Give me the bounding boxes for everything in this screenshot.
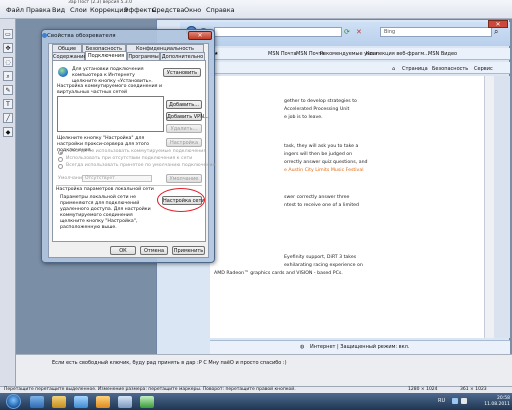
apply-button[interactable]: Применить	[172, 246, 205, 255]
zoom-tool-icon[interactable]: ⌕	[3, 71, 13, 81]
taskbar-media-icon[interactable]	[74, 396, 88, 408]
remove-button[interactable]: Удалить...	[166, 124, 202, 133]
text-tool-icon[interactable]: T	[3, 99, 13, 109]
add-vpn-button[interactable]: Добавить VPN...	[166, 112, 209, 121]
line-tool-icon[interactable]: ╱	[3, 113, 13, 123]
vertical-scrollbar[interactable]	[484, 76, 494, 338]
content-text: exhilarating racing experience on	[284, 263, 363, 268]
content-text: e job is to leave.	[284, 115, 323, 120]
menu-window[interactable]: Окно	[184, 6, 201, 14]
lan-settings-label: Настройка параметров локальной сети	[56, 187, 154, 192]
taskbar-app-icon[interactable]	[118, 396, 132, 408]
radio-no-network-label: Использовать при отсутствии подключения …	[66, 156, 193, 161]
taskbar-ie-icon[interactable]	[30, 396, 44, 408]
radio-never-dial-label: Никогда не использовать коммутируемые по…	[66, 149, 207, 154]
setup-text: Для установки подключения компьютера к И…	[72, 67, 153, 84]
address-input[interactable]	[214, 27, 342, 37]
content-text: ingers will then be judged on	[284, 152, 353, 157]
globe-setup-icon	[58, 67, 68, 77]
ok-button[interactable]: ОК	[110, 246, 136, 255]
home-icon[interactable]: ⌂	[392, 66, 395, 72]
cancel-button[interactable]: Отмена	[140, 246, 168, 255]
dialog-title: Свойства обозревателя	[47, 33, 116, 39]
content-text: Eyefinity support, DiRT 3 takes	[284, 255, 357, 260]
bottom-panel	[16, 354, 512, 386]
divider	[56, 185, 202, 186]
side-panel	[494, 76, 510, 338]
tab-content[interactable]: Содержание	[52, 52, 86, 60]
fav-link-mail-1[interactable]: MSN Почта	[268, 51, 297, 57]
tray-language[interactable]: RU	[438, 398, 445, 404]
menu-adjustments[interactable]: Коррекция	[90, 6, 127, 14]
content-text: ntest to receive one of a limited	[284, 203, 360, 208]
settings-button[interactable]: Настройка	[166, 138, 202, 147]
festival-link[interactable]: e Austin City Limits Music Festival	[284, 168, 364, 173]
tools-menu[interactable]: Сервис	[474, 66, 493, 72]
fav-link-video[interactable]: MSN Видео	[428, 51, 457, 57]
radio-always-dial[interactable]	[58, 164, 63, 169]
content-text: gether to develop strategies to	[284, 99, 357, 104]
connections-list[interactable]	[57, 96, 164, 132]
radio-never-dial[interactable]	[58, 150, 63, 155]
set-default-button[interactable]: Умолчание	[166, 174, 202, 183]
fav-link-webslices[interactable]: Коллекция веб-фрагм...	[366, 51, 429, 57]
menu-layers[interactable]: Слои	[70, 6, 87, 14]
add-button[interactable]: Добавить...	[166, 100, 202, 109]
browser-status-text: Интернет | Защищенный режим: вкл.	[310, 344, 410, 350]
radio-no-network[interactable]	[58, 157, 63, 162]
status-hint: Перетащите перетащите выделенное. Измене…	[4, 387, 296, 392]
tab-general[interactable]: Общие	[52, 44, 82, 52]
content-text: swer correctly answer three	[284, 195, 350, 200]
tray-volume-icon[interactable]	[461, 398, 467, 404]
setup-button[interactable]: Установить	[163, 68, 201, 77]
page-menu[interactable]: Страница	[402, 66, 428, 72]
menu-view[interactable]: Вид	[52, 6, 65, 14]
content-text: task, they will ask you to take a	[284, 144, 359, 149]
cursor-position: 361 × 1023	[460, 387, 487, 392]
tools-panel: ▭ ✥ ◌ ⌕ ✎ T ╱ ◆	[0, 19, 16, 386]
move-tool-icon[interactable]: ✥	[3, 43, 13, 53]
search-icon[interactable]: ⌕	[494, 27, 504, 37]
image-size: 1280 × 1024	[408, 387, 438, 392]
menu-file[interactable]: Файл	[6, 6, 24, 14]
taskbar-app2-icon[interactable]	[140, 396, 154, 408]
content-text: orrectly answer quiz questions, and	[284, 160, 368, 165]
lan-settings-text: Параметры локальной сети не применяются …	[60, 195, 151, 230]
globe-icon: ◍	[300, 344, 305, 350]
tab-connections[interactable]: Подключения	[85, 51, 127, 60]
menu-edit[interactable]: Правка	[26, 6, 51, 14]
refresh-icon[interactable]: ⟳	[344, 28, 352, 36]
highlight-circle-annotation	[157, 188, 205, 212]
current-connection-field: Отсутствует	[82, 175, 152, 182]
content-text: AMD Radeon™ graphics cards and VISION - …	[214, 271, 343, 276]
taskbar-folder-icon[interactable]	[52, 396, 66, 408]
tab-programs[interactable]: Программы	[127, 52, 160, 60]
fill-tool-icon[interactable]: ◆	[3, 127, 13, 137]
content-text: Accelerated Processing Unit	[284, 107, 350, 112]
select-tool-icon[interactable]: ▭	[3, 29, 13, 39]
lasso-tool-icon[interactable]: ◌	[3, 57, 13, 67]
start-button[interactable]	[6, 394, 21, 409]
tab-privacy[interactable]: Конфиденциальность	[126, 44, 204, 52]
clock-date: 11.08.2011	[484, 402, 510, 407]
tray-network-icon[interactable]	[452, 398, 458, 404]
bottom-message: Если есть свободный ключик, буду рад при…	[52, 360, 287, 366]
tab-advanced[interactable]: Дополнительно	[160, 52, 205, 60]
dialog-close-button[interactable]: ✕	[188, 31, 212, 40]
brush-tool-icon[interactable]: ✎	[3, 85, 13, 95]
stop-icon[interactable]: ✕	[356, 28, 364, 36]
tray-clock[interactable]: 20:58 11.08.2011	[470, 396, 510, 408]
radio-always-dial-label: Всегда использовать принятое по умолчани…	[66, 163, 216, 168]
window-close-button[interactable]: ✕	[488, 20, 508, 28]
search-input[interactable]: Bing	[380, 27, 492, 37]
taskbar-firefox-icon[interactable]	[96, 396, 110, 408]
safety-menu[interactable]: Безопасность	[432, 66, 468, 72]
dialup-vpn-label: Настройка коммутируемого соединения и ви…	[57, 84, 163, 95]
menu-tools[interactable]: Средства	[152, 6, 184, 14]
menu-help[interactable]: Справка	[206, 6, 235, 14]
